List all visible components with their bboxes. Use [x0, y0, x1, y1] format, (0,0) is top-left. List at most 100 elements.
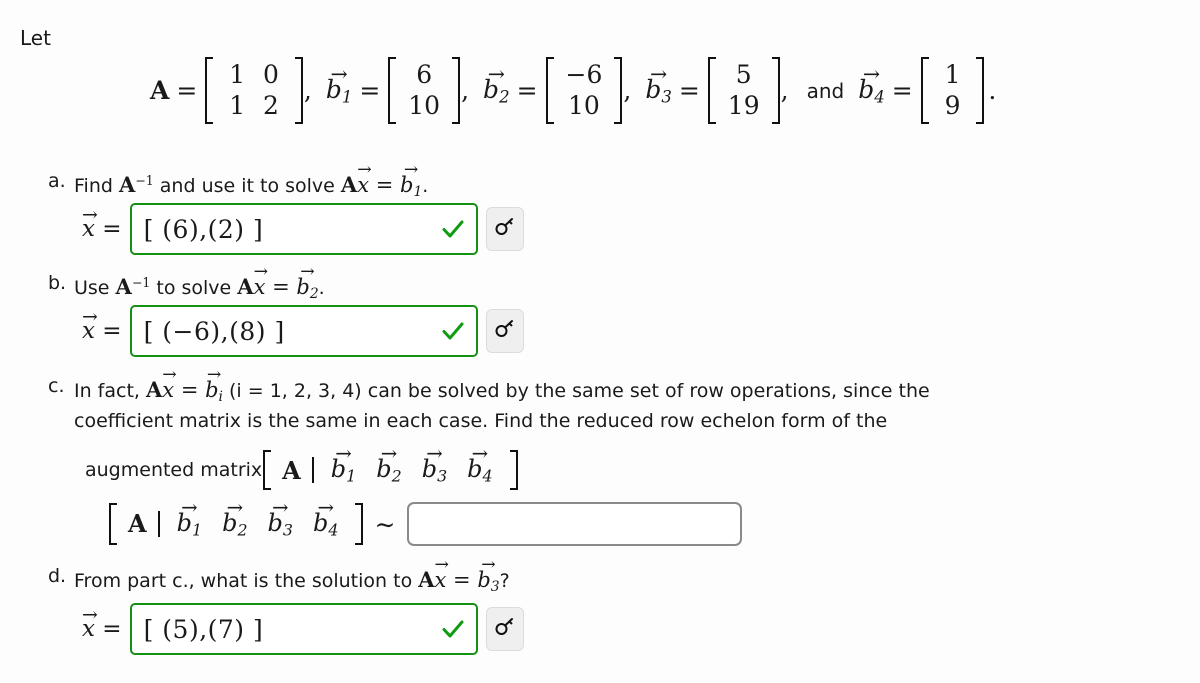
- answer-value: [ (6),(2) ]: [143, 214, 264, 244]
- part-c-prompt: In fact, A → x = → bi (i = 1, 2, 3, 4) can …: [74, 364, 930, 432]
- matrix-A-symbol: A: [115, 274, 132, 299]
- exponent: −1: [131, 274, 151, 290]
- check-icon: [440, 318, 466, 344]
- worksheet-page: Let A = 1 0 1 2 , → b1 = 6 10 , → b2 = −…: [0, 0, 1200, 683]
- matrix-A-value: 1 0 1 2: [205, 57, 303, 124]
- augmented-matrix-restated: A → b1 → b2 → b3 → b4: [109, 496, 364, 546]
- matrix-cell: 6: [416, 60, 433, 89]
- vector-b2-value: −6 10: [545, 57, 623, 124]
- matrix-cell: 19: [727, 90, 760, 120]
- matrix-A-symbol: A: [340, 172, 358, 197]
- answer-label-x: → x =: [82, 203, 122, 242]
- vector-b4-symbol: → b4: [858, 61, 885, 107]
- vector-b3-value: 5 19: [707, 57, 780, 124]
- matrix-A-symbol: A: [118, 172, 136, 197]
- vector-x-symbol: → x: [434, 554, 449, 592]
- vector-b4-symbol: → b4: [312, 496, 339, 540]
- bracket-right: [509, 450, 518, 491]
- vector-x-symbol: → x: [162, 364, 177, 402]
- bracket-right: [771, 57, 780, 124]
- matrix-A-symbol: A: [146, 377, 163, 402]
- vector-b4-symbol: → b4: [467, 442, 493, 486]
- bracket-left: [545, 57, 555, 124]
- vector-b4-value: 1 9: [920, 57, 985, 124]
- matrix-A-symbol: A: [150, 76, 170, 105]
- part-b-answer-key-button[interactable]: [485, 309, 524, 353]
- question-part-b: b. Use A−1 to solve A → x = → b2.: [48, 261, 325, 305]
- bracket-right: [354, 502, 364, 546]
- comma-separator: ,: [780, 76, 789, 105]
- part-a-answer-input[interactable]: [ (6),(2) ]: [129, 203, 478, 255]
- augmented-matrix-inline: A → b1 → b2 → b3 → b4: [263, 442, 518, 491]
- vector-x-symbol: → x: [357, 159, 372, 197]
- vector-b3-symbol: → b3: [645, 61, 672, 107]
- part-c-marker: c.: [48, 375, 65, 397]
- comma-separator: ,: [303, 76, 312, 105]
- period: .: [988, 76, 997, 105]
- augment-divider: [157, 510, 160, 538]
- question-part-a: a. Find A−1 and use it to solve A → x = → b…: [48, 159, 428, 203]
- matrix-A-symbol: A: [128, 509, 147, 539]
- vector-b1-value: 6 10: [388, 57, 461, 124]
- bracket-right: [294, 57, 303, 124]
- part-b-marker: b.: [48, 272, 67, 294]
- bracket-left: [920, 57, 930, 124]
- matrix-cell: 10: [408, 90, 441, 120]
- key-icon: [493, 215, 517, 243]
- question-part-c: c. In fact, A → x = → bi (i = 1, 2, 3, 4) c…: [48, 364, 1168, 435]
- vector-b3-symbol: → b3: [267, 496, 293, 540]
- vector-b1-symbol: → b1: [330, 442, 357, 486]
- bracket-right: [613, 57, 623, 124]
- part-d-prompt: From part c., what is the solution to A →…: [74, 554, 510, 598]
- bracket-left: [109, 502, 118, 546]
- vector-b2-symbol: → b2: [222, 496, 248, 540]
- part-b-answer-row: → x = [ (−6),(8) ]: [82, 305, 524, 357]
- part-d-answer-row: → x = [ (5),(7) ]: [82, 603, 524, 655]
- bracket-left: [263, 450, 272, 491]
- bracket-left: [205, 57, 214, 124]
- vector-b1-symbol: → b1: [400, 159, 423, 200]
- intro-label: Let: [20, 26, 51, 50]
- exponent: −1: [135, 172, 154, 188]
- equals-sign: =: [678, 76, 700, 105]
- check-icon: [440, 216, 466, 242]
- augmented-matrix-label: augmented matrix: [85, 459, 263, 482]
- vector-b1-symbol: → b1: [325, 61, 353, 107]
- matrix-cell: 1: [229, 60, 246, 89]
- part-c-line3: augmented matrix A → b1 → b2 → b3 → b4: [85, 442, 519, 491]
- part-b-answer-input[interactable]: [ (−6),(8) ]: [129, 305, 478, 357]
- answer-label-x: → x =: [82, 305, 122, 344]
- bracket-left: [707, 57, 717, 124]
- vector-bi-symbol: → bi: [205, 364, 223, 405]
- vector-b3-symbol: → b3: [477, 554, 500, 595]
- check-icon: [440, 616, 466, 642]
- similar-symbol: ∼: [374, 509, 396, 539]
- matrix-cell: 0: [263, 60, 279, 89]
- matrix-cell: 2: [263, 90, 279, 120]
- bracket-right: [451, 57, 461, 124]
- answer-label-x: → x =: [82, 603, 122, 642]
- equals-sign: =: [891, 76, 913, 105]
- part-d-answer-input[interactable]: [ (5),(7) ]: [129, 603, 478, 655]
- matrix-cell: 1: [944, 60, 961, 89]
- part-c-answer-input[interactable]: [407, 502, 743, 546]
- vector-b2-symbol: → b2: [296, 261, 319, 302]
- part-c-answer-row: A → b1 → b2 → b3 → b4 ∼: [108, 496, 743, 546]
- answer-value: [ (5),(7) ]: [143, 614, 264, 644]
- matrix-A-symbol: A: [237, 274, 254, 299]
- key-icon: [493, 317, 517, 345]
- part-a-answer-row: → x = [ (6),(2) ]: [82, 203, 524, 255]
- vector-b2-symbol: → b2: [483, 61, 510, 107]
- bracket-left: [388, 57, 397, 124]
- key-icon: [493, 615, 517, 643]
- matrix-cell: 9: [944, 90, 961, 120]
- equals-sign: =: [359, 76, 381, 105]
- matrix-cell: −6: [565, 60, 603, 89]
- part-a-marker: a.: [48, 170, 66, 192]
- comma-separator: ,: [461, 76, 470, 105]
- part-b-prompt: Use A−1 to solve A → x = → b2.: [74, 261, 325, 305]
- part-a-answer-key-button[interactable]: [485, 207, 524, 251]
- part-d-answer-key-button[interactable]: [485, 607, 524, 651]
- equals-sign: =: [176, 76, 198, 105]
- part-c-line2: coefficient matrix is the same in each c…: [74, 409, 888, 432]
